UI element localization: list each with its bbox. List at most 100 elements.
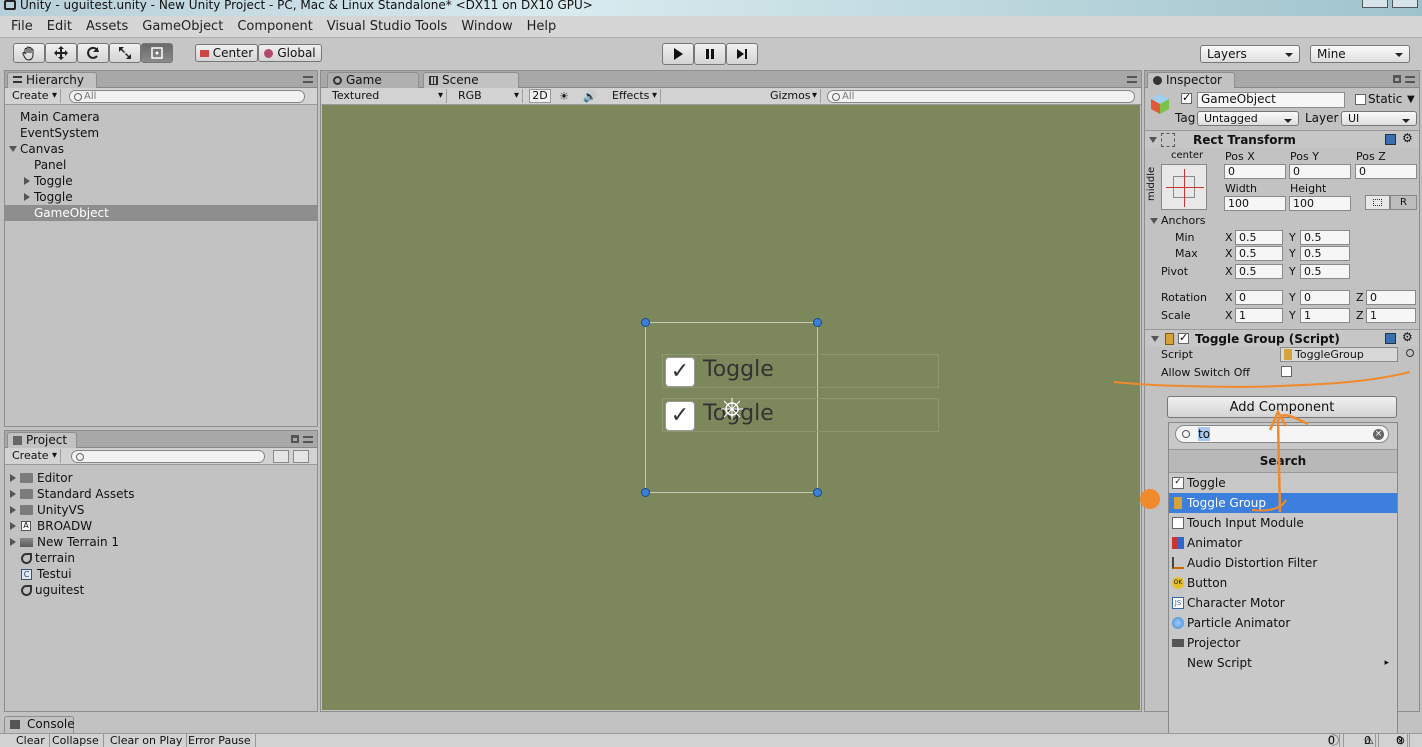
panel-menu-icon[interactable]: [303, 436, 313, 443]
panel-menu-icon[interactable]: [303, 76, 313, 83]
anchor-min-y-input[interactable]: 0.5: [1300, 230, 1350, 245]
rect-handle-bottom-left[interactable]: [641, 488, 650, 497]
pos-x-input[interactable]: 0: [1224, 164, 1286, 179]
filter-type-icon[interactable]: [273, 450, 289, 463]
scene-viewport[interactable]: ✓ Toggle ✓ Toggle: [322, 105, 1140, 710]
popup-item-character-motor[interactable]: JS Character Motor: [1169, 593, 1397, 613]
rotation-y-input[interactable]: 0: [1300, 290, 1350, 305]
project-create-dropdown[interactable]: Create: [7, 449, 61, 463]
pos-z-input[interactable]: 0: [1355, 164, 1417, 179]
project-search-input[interactable]: [71, 450, 265, 463]
scale-tool-button[interactable]: [109, 43, 141, 63]
popup-item-particle-animator[interactable]: Particle Animator: [1169, 613, 1397, 633]
gizmos-dropdown[interactable]: Gizmos: [765, 89, 821, 103]
scale-x-input[interactable]: 1: [1235, 308, 1283, 323]
rgb-dropdown[interactable]: RGB: [453, 89, 523, 103]
pivot-global-button[interactable]: Global: [258, 44, 322, 62]
scale-z-input[interactable]: 1: [1366, 308, 1416, 323]
lighting-icon[interactable]: ☀: [559, 90, 569, 103]
project-item-editor[interactable]: Editor: [5, 470, 317, 486]
menu-component[interactable]: Component: [237, 19, 312, 34]
console-clear-on-play-button[interactable]: Clear on Play: [106, 734, 188, 747]
hand-tool-button[interactable]: [13, 43, 45, 63]
rect-handle-top-right[interactable]: [813, 318, 822, 327]
project-item-testui[interactable]: C Testui: [5, 566, 317, 582]
move-tool-button[interactable]: [45, 43, 77, 63]
tab-inspector[interactable]: Inspector: [1147, 72, 1235, 88]
layout-dropdown[interactable]: Mine: [1310, 45, 1410, 63]
tag-dropdown[interactable]: Untagged: [1197, 111, 1299, 126]
project-item-unityvs[interactable]: UnityVS: [5, 502, 317, 518]
project-item-uguitest[interactable]: uguitest: [5, 582, 317, 598]
hierarchy-item-panel[interactable]: Panel: [5, 157, 317, 173]
help-book-icon[interactable]: [1385, 134, 1396, 145]
rect-transform-header[interactable]: Rect Transform ⚙: [1145, 130, 1419, 148]
hierarchy-item-gameobject[interactable]: GameObject: [5, 205, 317, 221]
tab-scene[interactable]: Scene: [423, 72, 519, 88]
project-item-new-terrain[interactable]: New Terrain 1: [5, 534, 317, 550]
hierarchy-item-eventsystem[interactable]: EventSystem: [5, 125, 317, 141]
project-item-terrain[interactable]: terrain: [5, 550, 317, 566]
pos-y-input[interactable]: 0: [1289, 164, 1351, 179]
menu-visual-studio-tools[interactable]: Visual Studio Tools: [327, 19, 448, 34]
anchor-preset-button[interactable]: [1161, 164, 1207, 210]
popup-item-projector[interactable]: Projector: [1169, 633, 1397, 653]
lock-icon[interactable]: [291, 435, 299, 443]
menu-help[interactable]: Help: [527, 19, 557, 34]
2d-toggle-button[interactable]: 2D: [529, 89, 551, 103]
anchors-label[interactable]: Anchors: [1161, 214, 1206, 227]
width-input[interactable]: 100: [1224, 196, 1286, 211]
blueprint-mode-button[interactable]: [1365, 195, 1390, 210]
popup-item-animator[interactable]: Animator: [1169, 533, 1397, 553]
console-collapse-button[interactable]: Collapse: [48, 734, 104, 747]
anchor-max-x-input[interactable]: 0.5: [1235, 246, 1283, 261]
console-error-pause-button[interactable]: Error Pause: [184, 734, 256, 747]
menu-file[interactable]: File: [11, 19, 33, 34]
anchor-max-y-input[interactable]: 0.5: [1300, 246, 1350, 261]
height-input[interactable]: 100: [1289, 196, 1351, 211]
rotation-x-input[interactable]: 0: [1235, 290, 1283, 305]
popup-item-button[interactable]: OK Button: [1169, 573, 1397, 593]
expand-arrow-icon[interactable]: [9, 146, 17, 152]
play-button[interactable]: [662, 43, 694, 65]
pivot-gizmo-icon[interactable]: [719, 396, 745, 422]
active-checkbox[interactable]: [1181, 91, 1192, 104]
object-name-input[interactable]: GameObject: [1197, 92, 1345, 108]
lock-icon[interactable]: [1393, 75, 1401, 83]
menu-gameobject[interactable]: GameObject: [142, 19, 223, 34]
shading-mode-dropdown[interactable]: Textured: [327, 89, 447, 103]
effects-dropdown[interactable]: Effects: [607, 89, 661, 103]
audio-icon[interactable]: 🔊: [583, 90, 597, 103]
panel-menu-icon[interactable]: [1405, 76, 1415, 83]
scene-toggle-2[interactable]: ✓ Toggle: [662, 398, 939, 432]
pivot-x-input[interactable]: 0.5: [1235, 264, 1283, 279]
menu-edit[interactable]: Edit: [47, 19, 72, 34]
rotation-z-input[interactable]: 0: [1366, 290, 1416, 305]
scene-search-input[interactable]: All: [827, 90, 1135, 103]
rect-handle-bottom-right[interactable]: [813, 488, 822, 497]
popup-item-audio-distortion-filter[interactable]: Audio Distortion Filter: [1169, 553, 1397, 573]
panel-menu-icon[interactable]: [1127, 76, 1137, 83]
filter-label-icon[interactable]: [293, 450, 309, 463]
pivot-center-button[interactable]: Center: [195, 44, 258, 62]
layers-dropdown[interactable]: Layers: [1200, 45, 1300, 63]
hierarchy-search-input[interactable]: All: [69, 90, 305, 103]
tab-hierarchy[interactable]: Hierarchy: [7, 72, 97, 88]
tab-project[interactable]: Project: [7, 432, 77, 448]
menu-window[interactable]: Window: [461, 19, 512, 34]
static-checkbox[interactable]: [1355, 94, 1366, 105]
rect-tool-button[interactable]: [141, 43, 173, 63]
static-dropdown-arrow[interactable]: ▼: [1407, 94, 1415, 105]
scene-toggle-1[interactable]: ✓ Toggle: [662, 354, 939, 388]
rect-handle-top-left[interactable]: [641, 318, 650, 327]
hierarchy-create-dropdown[interactable]: Create: [7, 89, 61, 103]
collapse-arrow-icon[interactable]: [24, 193, 30, 201]
minimize-button[interactable]: [1362, 0, 1388, 8]
help-book-icon[interactable]: [1385, 333, 1396, 344]
toggle-group-header[interactable]: Toggle Group (Script) ⚙: [1145, 329, 1419, 347]
collapse-arrow-icon[interactable]: [24, 177, 30, 185]
raw-edit-button[interactable]: R: [1390, 195, 1417, 210]
step-button[interactable]: [726, 43, 758, 65]
scale-y-input[interactable]: 1: [1300, 308, 1350, 323]
object-picker-icon[interactable]: [1406, 349, 1414, 357]
